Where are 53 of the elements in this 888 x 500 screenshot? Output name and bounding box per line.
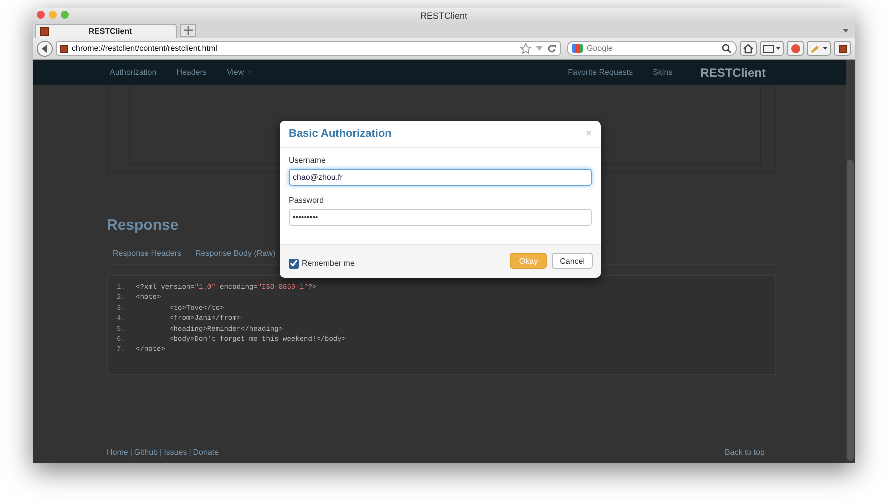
address-bar[interactable]: chrome://restclient/content/restclient.html: [56, 41, 561, 56]
field-label: Password: [289, 196, 326, 205]
footer-link[interactable]: Github: [134, 448, 158, 457]
back-button[interactable]: [37, 40, 53, 56]
close-window-button[interactable]: [37, 11, 45, 19]
nav-link[interactable]: View: [226, 68, 252, 77]
footer-link[interactable]: Donate: [193, 448, 220, 457]
reload-icon[interactable]: [547, 44, 557, 54]
new-tab-button[interactable]: [180, 24, 196, 37]
dropdown-caret-icon[interactable]: [843, 29, 849, 33]
home-icon: [743, 44, 754, 54]
field-label: Username: [289, 156, 327, 165]
footer-link[interactable]: Issues: [164, 448, 188, 457]
search-field[interactable]: Google: [567, 41, 737, 56]
dialog-title: Basic Authorization: [289, 128, 392, 140]
nav-link[interactable]: Favorite Requests: [568, 68, 634, 77]
back-arrow-icon: [40, 44, 50, 54]
link-separator: |: [160, 448, 162, 457]
link-separator: |: [189, 448, 192, 457]
section-heading: Response: [107, 217, 179, 234]
toolbar-menu-button[interactable]: [760, 41, 784, 56]
search-icon[interactable]: [722, 44, 732, 54]
checkbox[interactable]: [289, 258, 299, 268]
nav-link[interactable]: Skins: [653, 68, 673, 77]
zoom-window-button[interactable]: [61, 11, 69, 19]
nav-link[interactable]: Headers: [176, 68, 207, 77]
response-tab[interactable]: Response Headers: [113, 249, 182, 258]
home-button[interactable]: [740, 41, 757, 56]
brush-icon: [810, 44, 828, 52]
response-tab[interactable]: Response Body (Raw): [195, 249, 276, 258]
dropdown-caret-icon[interactable]: [536, 46, 543, 51]
circle-icon: [790, 44, 800, 54]
window-title: RESTClient: [420, 10, 468, 20]
cancel-button[interactable]: Cancel: [552, 253, 593, 269]
input-field[interactable]: •••••••••: [289, 209, 592, 226]
checkbox-label: Remember me: [302, 259, 355, 268]
app-icon: [838, 44, 846, 52]
nav-link[interactable]: Authorization: [110, 68, 157, 77]
browser-tab[interactable]: RESTClient: [35, 24, 177, 38]
app-icon: [40, 27, 49, 36]
search-engine-icon: [572, 44, 583, 53]
input-field[interactable]: chao@zhou.fr: [289, 169, 592, 186]
scrollbar[interactable]: [846, 60, 855, 463]
back-to-top-link[interactable]: Back to top: [724, 448, 765, 457]
link-separator: |: [130, 448, 132, 457]
plus-icon: [184, 26, 192, 35]
brand-title: RESTClient: [700, 66, 766, 80]
app-icon: [60, 44, 68, 52]
restclient-button[interactable]: [834, 41, 851, 56]
window-icon: [763, 44, 781, 52]
addon-button[interactable]: [787, 41, 804, 56]
footer-link[interactable]: Home: [107, 448, 128, 457]
star-icon[interactable]: [520, 42, 532, 54]
